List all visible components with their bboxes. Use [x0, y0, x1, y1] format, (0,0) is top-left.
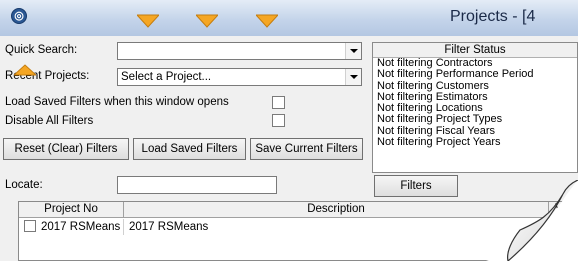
filter-status-list[interactable]: Not filtering Contractors Not filtering … — [373, 57, 577, 149]
filter-status-item: Not filtering Performance Period — [377, 68, 534, 81]
title-bar: ◎ Projects - [4 — [0, 0, 578, 36]
chevron-down-icon[interactable] — [345, 43, 361, 59]
filter-status-panel: Filter Status Not filtering Contractors … — [372, 42, 578, 173]
recent-projects-combo[interactable]: Select a Project... — [117, 68, 362, 86]
chevron-down-icon[interactable] — [345, 69, 361, 85]
collapse-arrow-icon[interactable] — [14, 64, 36, 76]
page-curl-icon — [486, 180, 578, 261]
filter-status-item: Not filtering Project Years — [377, 136, 501, 149]
filter-status-header: Filter Status — [373, 43, 577, 58]
load-saved-filters-button[interactable]: Load Saved Filters — [133, 138, 246, 160]
project-no-cell: 2017 RSMeans — [41, 219, 124, 235]
recent-projects-value: Select a Project... — [121, 71, 212, 83]
column-header-project-no[interactable]: Project No — [19, 202, 124, 217]
disable-all-filters-label: Disable All Filters — [5, 115, 94, 127]
load-saved-filters-checkbox[interactable] — [272, 96, 285, 109]
quick-access-dropdown-icon[interactable] — [137, 14, 159, 28]
quick-access-dropdown-icon[interactable] — [196, 14, 218, 28]
reset-filters-button[interactable]: Reset (Clear) Filters — [3, 138, 129, 160]
filters-button[interactable]: Filters — [374, 175, 458, 197]
load-saved-filters-label: Load Saved Filters when this window open… — [5, 96, 229, 108]
locate-input[interactable] — [117, 176, 277, 194]
quick-search-combo[interactable] — [117, 42, 362, 60]
quick-access-dropdown-icon[interactable] — [256, 14, 278, 28]
window-title: Projects - [4 — [450, 8, 536, 25]
quick-search-label: Quick Search: — [5, 44, 78, 56]
app-menu-icon[interactable]: ◎ — [11, 8, 27, 24]
locate-label: Locate: — [5, 179, 43, 191]
save-current-filters-button[interactable]: Save Current Filters — [250, 138, 363, 160]
disable-all-filters-checkbox[interactable] — [272, 114, 285, 127]
row-checkbox[interactable] — [24, 220, 36, 232]
